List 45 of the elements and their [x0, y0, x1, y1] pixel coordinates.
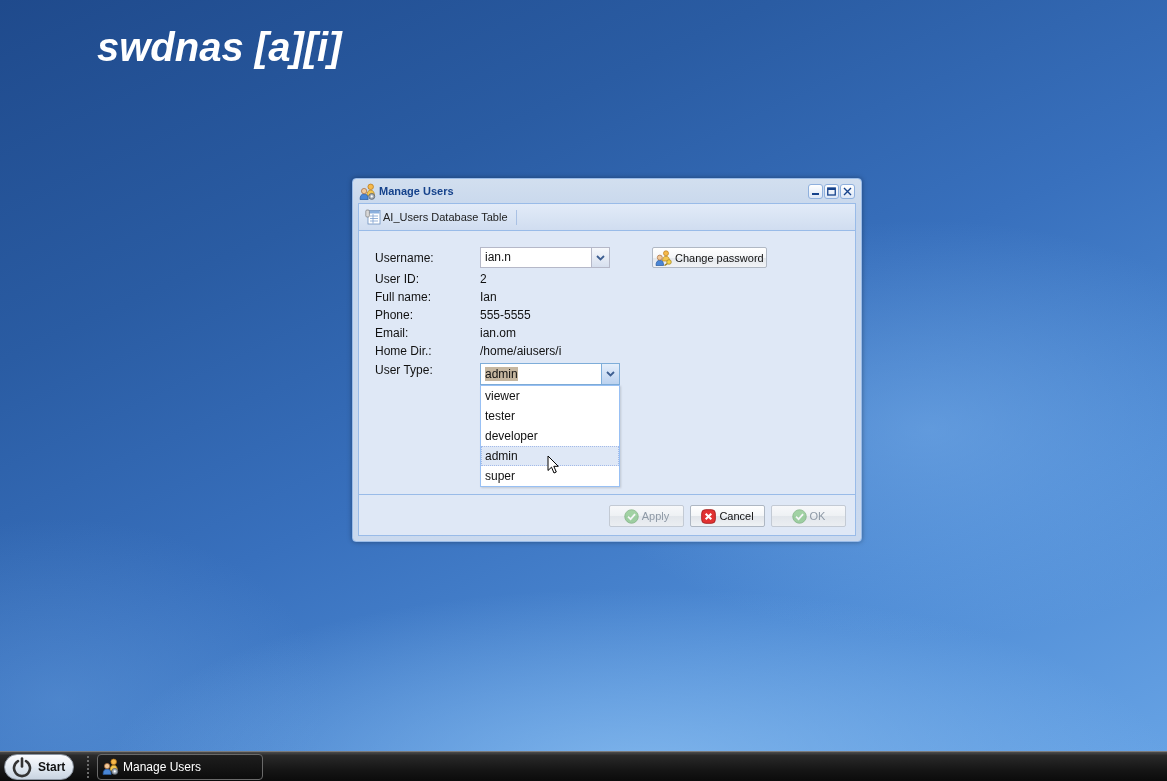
field-value: Ian: [480, 290, 497, 304]
field-label: Email:: [375, 326, 410, 340]
field-label: Home Dir.:: [375, 344, 433, 358]
minimize-button[interactable]: [808, 183, 823, 199]
users-key-icon: [655, 249, 673, 266]
dropdown-option[interactable]: super: [481, 466, 619, 486]
caret-icon: [606, 371, 615, 377]
window-title: Manage Users: [379, 185, 455, 197]
cancel-x-icon: [701, 508, 717, 524]
check-circle-icon: [623, 508, 639, 524]
caret-icon: [596, 254, 605, 261]
field-value: ian.om: [480, 326, 517, 340]
start-button[interactable]: Start: [4, 753, 74, 780]
change-password-button[interactable]: Change password: [652, 247, 767, 268]
dropdown-option[interactable]: admin: [481, 446, 619, 466]
taskbar-button[interactable]: Manage Users: [97, 753, 263, 780]
field-label: Full name:: [375, 290, 433, 304]
dropdown-button[interactable]: [601, 364, 619, 384]
dropdown-option[interactable]: viewer: [481, 386, 619, 406]
users-icon: [359, 182, 376, 200]
field-label: User ID:: [375, 272, 420, 286]
close-icon: [843, 186, 852, 196]
field-value: /home/aiusers/i: [480, 344, 562, 358]
field-label: Phone:: [375, 308, 415, 322]
close-button[interactable]: [840, 183, 855, 199]
dropdown-option[interactable]: tester: [481, 406, 619, 426]
field-label: Username:: [375, 250, 435, 265]
check-circle-icon: [791, 508, 807, 524]
field-value: 2: [480, 272, 487, 286]
dropdown-button[interactable]: [591, 248, 609, 267]
user-type-combo[interactable]: admin: [480, 363, 620, 385]
username-combo[interactable]: ian.n: [480, 247, 610, 268]
field-label: User Type:: [375, 363, 434, 377]
field-value: 555-5555: [480, 308, 531, 322]
desktop-title: swdnas [a][i]: [97, 24, 342, 71]
table-icon: [365, 209, 381, 225]
maximize-button[interactable]: [824, 183, 839, 199]
maximize-icon: [827, 186, 836, 196]
table-title: AI_Users Database Table: [383, 211, 508, 223]
users-icon: [102, 758, 119, 775]
minimize-icon: [812, 192, 819, 195]
dropdown-option[interactable]: developer: [481, 426, 619, 446]
cancel-button[interactable]: Cancel: [690, 505, 765, 527]
power-icon: [11, 755, 33, 778]
mouse-pointer-icon: [547, 455, 559, 474]
